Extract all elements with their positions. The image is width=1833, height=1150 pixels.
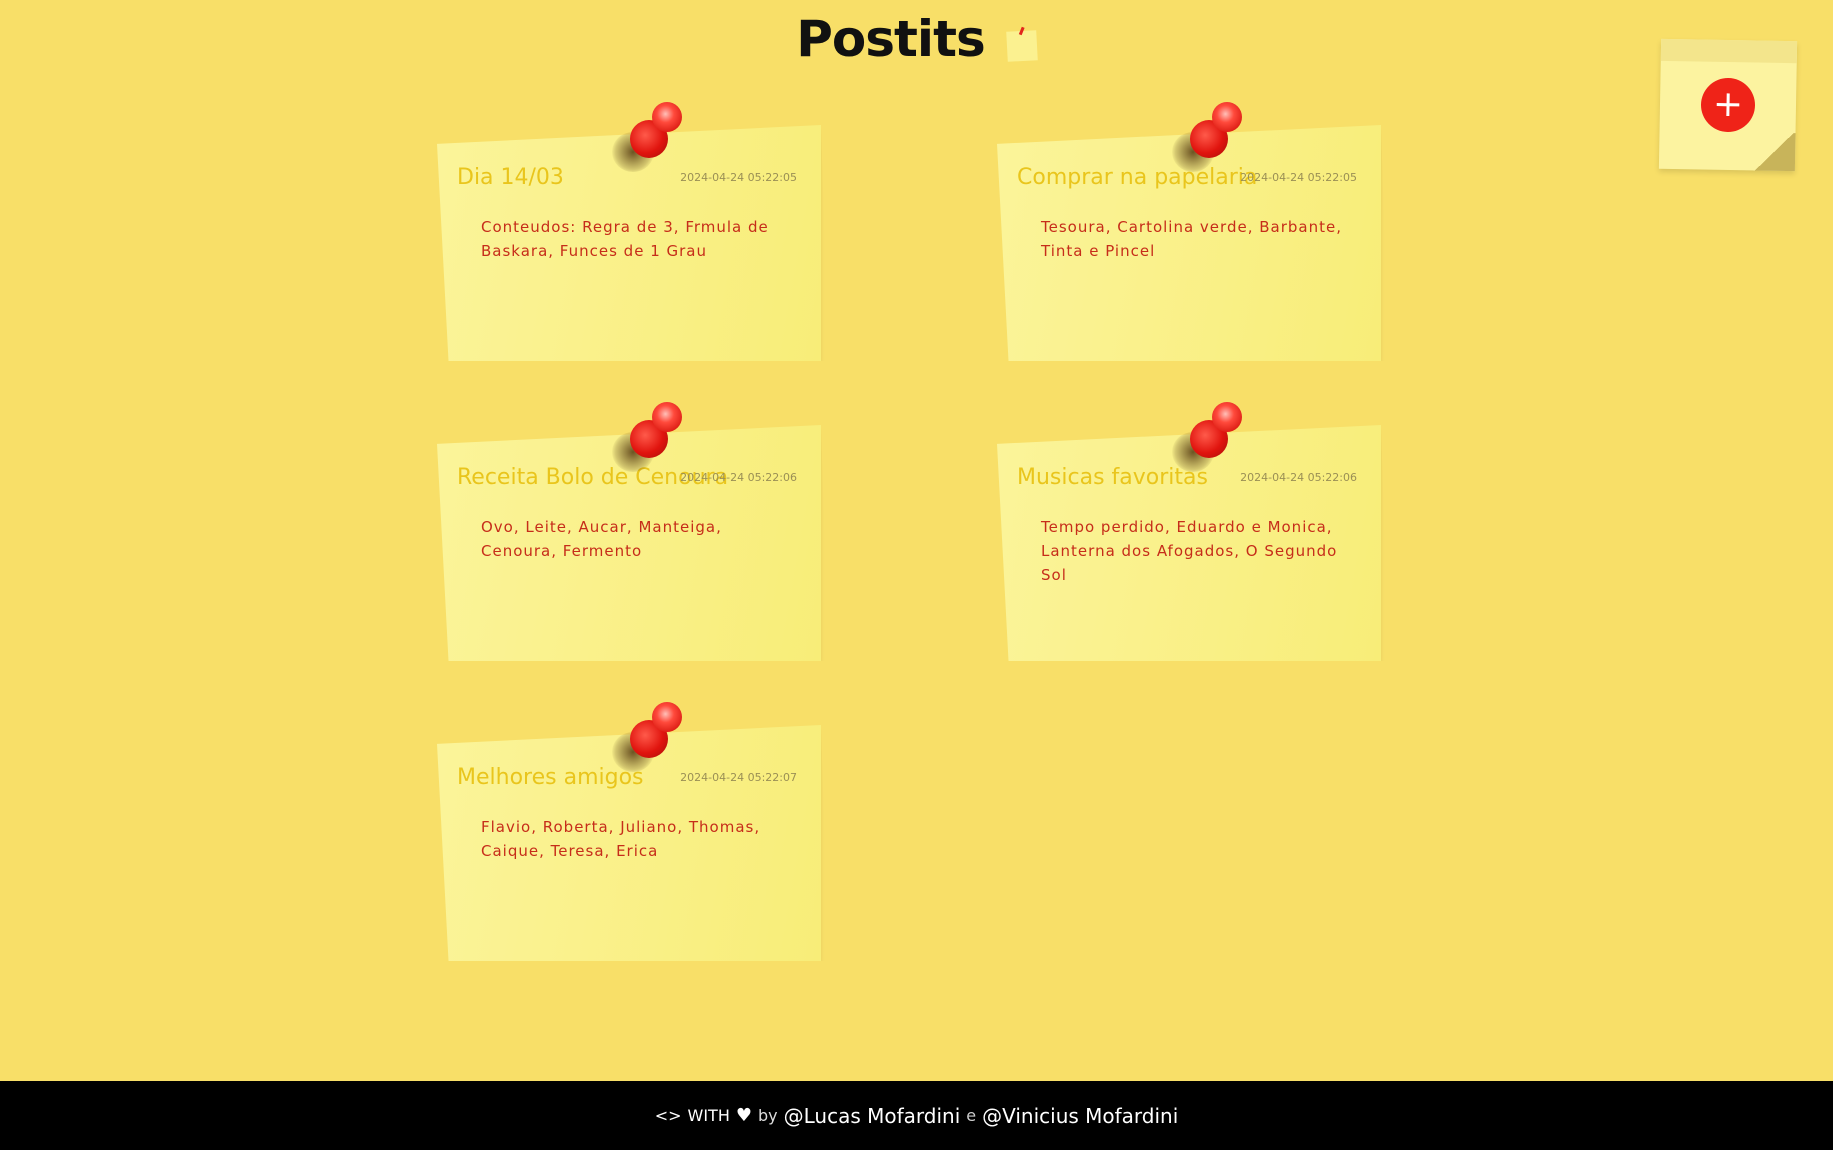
- author-link-lucas[interactable]: @Lucas Mofardini: [784, 1104, 961, 1128]
- page-footer: <> WITH ♥ by @Lucas Mofardini e @Viniciu…: [0, 1081, 1833, 1150]
- note-body: Tesoura, Cartolina verde, Barbante, Tint…: [1041, 218, 1342, 260]
- pushpin-icon: [612, 402, 682, 472]
- note-date: 2024-04-24 05:22:06: [1240, 471, 1357, 484]
- footer-and-text: e: [966, 1106, 977, 1125]
- author-link-vinicius[interactable]: @Vinicius Mofardini: [982, 1104, 1178, 1128]
- pushpin-icon: [612, 102, 682, 172]
- heart-icon: ♥: [735, 1105, 752, 1126]
- sticky-note-icon: [1005, 26, 1038, 62]
- note-date: 2024-04-24 05:22:07: [680, 771, 797, 784]
- pushpin-icon: [1172, 402, 1242, 472]
- add-note-button[interactable]: +: [1700, 77, 1756, 133]
- footer-by-text: by: [758, 1106, 778, 1125]
- pushpin-icon: [612, 702, 682, 772]
- page-header: Postits: [0, 4, 1833, 74]
- code-icon: <>: [654, 1106, 682, 1125]
- note-date: 2024-04-24 05:22:05: [680, 171, 797, 184]
- note-body: Flavio, Roberta, Juliano, Thomas, Caique…: [481, 818, 761, 860]
- footer-with-text: WITH: [687, 1106, 730, 1125]
- page-title: Postits: [796, 10, 985, 68]
- note-date: 2024-04-24 05:22:06: [680, 471, 797, 484]
- note-title: Dia 14/03: [457, 165, 564, 190]
- add-note-card: +: [1658, 38, 1798, 172]
- note-body: Tempo perdido, Eduardo e Monica, Lantern…: [1041, 518, 1338, 584]
- pushpin-icon: [1172, 102, 1242, 172]
- note-date: 2024-04-24 05:22:05: [1240, 171, 1357, 184]
- note-body: Conteudos: Regra de 3, Frmula de Baskara…: [481, 218, 769, 260]
- note-body: Ovo, Leite, Aucar, Manteiga, Cenoura, Fe…: [481, 518, 722, 560]
